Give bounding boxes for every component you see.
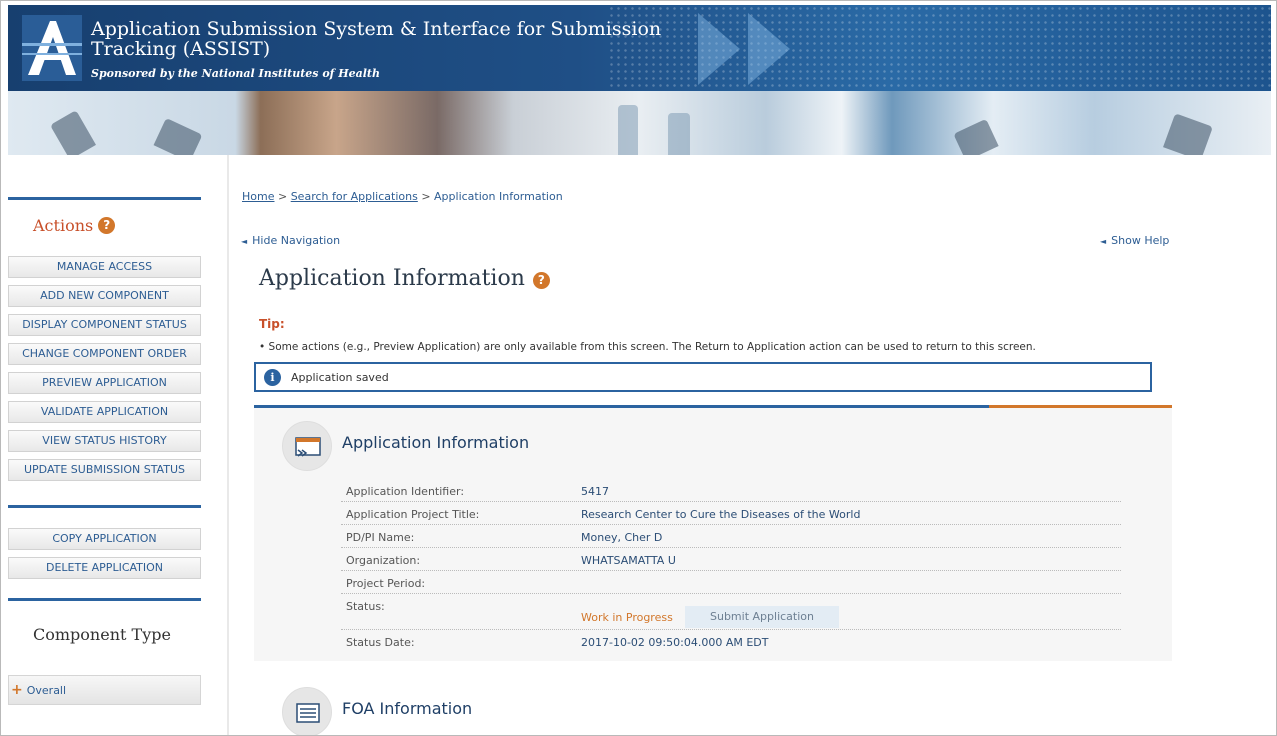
update-submission-status-button[interactable]: UPDATE SUBMISSION STATUS: [8, 459, 201, 481]
lab-flask-icon: [1163, 113, 1213, 155]
component-type-heading: Component Type: [33, 625, 171, 644]
display-component-status-button[interactable]: DISPLAY COMPONENT STATUS: [8, 314, 201, 336]
row-label: PD/PI Name:: [346, 531, 415, 544]
row-label: Project Period:: [346, 577, 426, 590]
row-value: Money, Cher D: [581, 531, 663, 544]
info-row-organization: Organization: WHATSAMATTA U: [341, 548, 1121, 571]
section-title: FOA Information: [342, 699, 473, 718]
window-arrow-icon: [295, 437, 321, 457]
show-help-link[interactable]: ◄ Show Help: [1100, 234, 1169, 247]
row-value: 2017-10-02 09:50:04.000 AM EDT: [581, 636, 769, 649]
lab-flask-icon: [153, 117, 203, 155]
foa-section-icon: [282, 687, 332, 735]
application-section-icon: [282, 421, 332, 471]
header-chevron-decoration: [698, 13, 740, 85]
info-row-project-period: Project Period:: [341, 571, 1121, 594]
component-item-overall[interactable]: + Overall: [8, 675, 201, 705]
breadcrumb-home-link[interactable]: Home: [242, 190, 274, 203]
info-icon: i: [264, 368, 281, 386]
breadcrumb-separator: >: [277, 190, 288, 203]
info-row-pdpi-name: PD/PI Name: Money, Cher D: [341, 525, 1121, 548]
vertical-divider: [227, 155, 229, 735]
test-tube-icon: [618, 105, 638, 155]
help-icon[interactable]: ?: [98, 217, 116, 234]
info-row-identifier: Application Identifier: 5417: [341, 479, 1121, 502]
actions-heading-label: Actions: [33, 216, 94, 235]
header-banner-image: [8, 91, 1271, 155]
alert-message: Application saved: [291, 370, 389, 384]
show-help-label: Show Help: [1111, 234, 1170, 247]
tip-text-content: Some actions (e.g., Preview Application)…: [268, 341, 1036, 353]
hide-navigation-link[interactable]: ◄ Hide Navigation: [241, 234, 340, 247]
panel-accent-rule: [989, 405, 1172, 408]
site-header: Application Submission System & Interfac…: [8, 5, 1271, 91]
row-label: Application Identifier:: [346, 485, 465, 498]
assist-logo-icon: [22, 15, 82, 81]
info-row-project-title: Application Project Title: Research Cent…: [341, 502, 1121, 525]
site-subtitle: Sponsored by the National Institutes of …: [91, 67, 380, 80]
validate-application-button[interactable]: VALIDATE APPLICATION: [8, 401, 201, 423]
preview-application-button[interactable]: PREVIEW APPLICATION: [8, 372, 201, 394]
component-item-label: Overall: [26, 684, 67, 697]
breadcrumb: Home > Search for Applications > Applica…: [242, 190, 563, 203]
row-label: Application Project Title:: [346, 508, 480, 521]
lab-flask-icon: [50, 110, 96, 155]
copy-application-button[interactable]: COPY APPLICATION: [8, 528, 201, 550]
help-icon[interactable]: ?: [532, 271, 550, 289]
row-label: Status:: [346, 600, 385, 613]
page-title-text: Application Information: [259, 266, 525, 291]
actions-heading: Actions ?: [8, 216, 201, 256]
breadcrumb-search-link[interactable]: Search for Applications: [291, 190, 418, 203]
test-tube-icon: [668, 113, 690, 155]
tip-label: Tip:: [259, 317, 285, 331]
delete-application-button[interactable]: DELETE APPLICATION: [8, 557, 201, 579]
document-lines-icon: [296, 703, 320, 723]
add-new-component-button[interactable]: ADD NEW COMPONENT: [8, 285, 201, 307]
change-component-order-button[interactable]: CHANGE COMPONENT ORDER: [8, 343, 201, 365]
view-status-history-button[interactable]: VIEW STATUS HISTORY: [8, 430, 201, 452]
page-frame: Application Submission System & Interfac…: [0, 0, 1277, 736]
plus-icon: +: [11, 682, 23, 698]
manage-access-button[interactable]: MANAGE ACCESS: [8, 256, 201, 278]
info-alert: i Application saved: [254, 362, 1152, 392]
hide-navigation-label: Hide Navigation: [252, 234, 341, 247]
row-value: WHATSAMATTA U: [581, 554, 676, 567]
breadcrumb-current: Application Information: [434, 190, 563, 203]
bullet-icon: •: [259, 341, 269, 353]
actions-list: MANAGE ACCESS ADD NEW COMPONENT DISPLAY …: [8, 256, 201, 481]
caret-left-icon: ◄: [241, 237, 248, 246]
row-label: Organization:: [346, 554, 421, 567]
header-chevron-decoration: [748, 13, 790, 85]
site-title: Application Submission System & Interfac…: [91, 18, 662, 60]
row-value: Research Center to Cure the Diseases of …: [581, 508, 861, 521]
breadcrumb-separator: >: [421, 190, 431, 203]
section-title: Application Information: [342, 433, 530, 452]
left-navigation: Actions ? MANAGE ACCESS ADD NEW COMPONEN…: [8, 197, 201, 705]
info-row-status-date: Status Date: 2017-10-02 09:50:04.000 AM …: [341, 630, 1121, 653]
row-label: Status Date:: [346, 636, 415, 649]
row-value: 5417: [581, 485, 609, 498]
submit-application-button[interactable]: Submit Application: [685, 606, 839, 628]
status-value: Work in Progress: [581, 611, 673, 624]
page-title: Application Information ?: [259, 266, 550, 291]
caret-left-icon: ◄: [1100, 237, 1107, 246]
divider: [8, 197, 201, 200]
tip-text: • Some actions (e.g., Preview Applicatio…: [259, 341, 1036, 353]
divider: [8, 598, 201, 601]
lab-flask-icon: [953, 118, 999, 155]
